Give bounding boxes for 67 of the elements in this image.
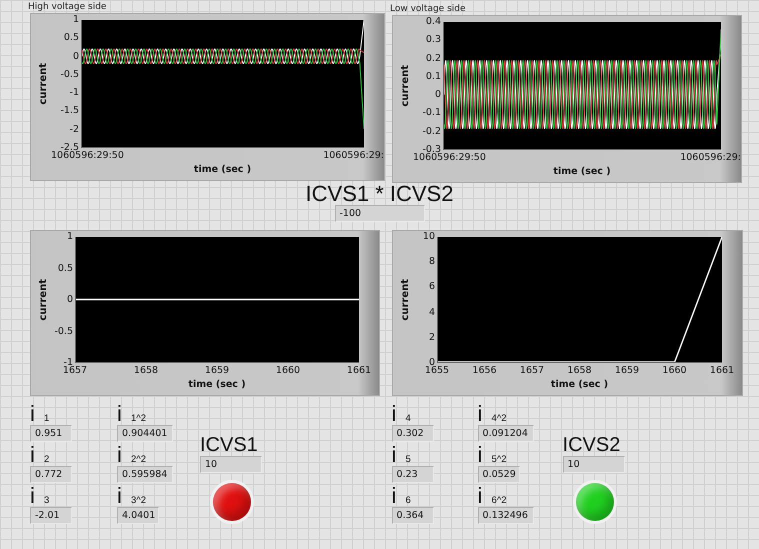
axis-tick-label: 8 <box>428 256 435 268</box>
numeric-indicator: 0.0529 <box>478 466 520 483</box>
axis-tick-label: 10 <box>422 231 435 243</box>
axis-title: current <box>38 279 48 321</box>
axis-tick-label: 0.2 <box>426 52 441 65</box>
axis-title: time (sec ) <box>187 378 247 392</box>
axis-tick-label: -0.2 <box>422 126 441 138</box>
axis-tick-label: 0.4 <box>426 16 441 28</box>
source-title: ICVS1 <box>200 434 258 456</box>
numeric-indicator: 4.0401 <box>117 507 159 524</box>
axis-tick-label: 1659 <box>204 365 230 377</box>
axis-title: current <box>400 65 410 107</box>
axis-tick-label: 1657 <box>520 365 544 377</box>
axis-tick-label: 1060596:29: <box>323 150 384 162</box>
axis-title: current <box>400 279 410 321</box>
axis-tick-label: 0.5 <box>58 262 73 274</box>
axis-title: current <box>38 63 48 105</box>
axis-tick-label: 0.3 <box>426 34 441 46</box>
axis-tick-label: 1 <box>72 14 79 26</box>
axis-tick-label: 1657 <box>62 365 88 377</box>
product-title: ICVS1 * ICVS2 <box>306 183 454 205</box>
axis-tick-label: -1.5 <box>60 105 79 118</box>
axis-tick-label: -0.5 <box>60 68 79 81</box>
axis-tick-label: 1659 <box>614 365 640 377</box>
numeric-indicator: 10 <box>200 456 262 473</box>
numeric-indicator: 0.595984 <box>117 466 173 483</box>
numeric-indicator: 0.951 <box>30 425 72 442</box>
numeric-indicator: 0.904401 <box>117 425 173 442</box>
numeric-indicator: 0.23 <box>392 466 434 483</box>
chart-label: Low voltage side <box>390 5 467 15</box>
axis-tick-label: -0.1 <box>422 107 441 120</box>
axis-tick-label: -0.5 <box>54 326 73 338</box>
axis-tick-label: 1658 <box>134 365 158 377</box>
axis-tick-label: -1 <box>70 87 79 100</box>
axis-tick-label: 1660 <box>276 365 300 377</box>
axis-tick-label: 1060596:29:50 <box>413 152 486 164</box>
numeric-indicator: -100 <box>334 205 424 222</box>
axis-tick-label: 1 <box>66 231 73 243</box>
axis-tick-label: 1060596:29:50 <box>51 150 124 162</box>
axis-tick-label: 2 <box>428 332 435 344</box>
axis-tick-label: 1660 <box>662 365 687 377</box>
axis-tick-label: 0.1 <box>426 70 441 83</box>
numeric-indicator: 0.091204 <box>478 425 534 442</box>
axis-tick-label: 0 <box>434 89 441 102</box>
chart-label: High voltage side <box>28 3 108 13</box>
axis-tick-label: 1060596:29: <box>680 152 741 164</box>
axis-tick-label: -2 <box>70 124 79 136</box>
axis-tick-label: 1656 <box>472 365 497 377</box>
numeric-indicator: 0.302 <box>392 425 434 442</box>
axis-tick-label: 1661 <box>710 365 734 377</box>
numeric-indicator: 0.772 <box>30 466 72 483</box>
source-title: ICVS2 <box>562 434 620 456</box>
numeric-indicator: 10 <box>562 456 625 473</box>
axis-title: time (sec ) <box>552 165 612 179</box>
axis-tick-label: 1658 <box>567 365 592 377</box>
axis-tick-label: 1661 <box>346 365 372 377</box>
axis-title: time (sec ) <box>550 378 610 392</box>
numeric-indicator: 0.364 <box>392 507 434 524</box>
axis-tick-label: 6 <box>428 281 435 294</box>
numeric-indicator: 0.132496 <box>478 507 534 524</box>
axis-tick-label: 0.5 <box>64 32 79 44</box>
axis-tick-label: 0 <box>66 294 73 306</box>
axis-tick-label: 1655 <box>424 365 450 377</box>
axis-title: time (sec ) <box>192 163 252 177</box>
numeric-indicator: -2.01 <box>30 507 72 524</box>
axis-tick-label: 0 <box>72 50 79 63</box>
axis-tick-label: 4 <box>428 306 435 319</box>
